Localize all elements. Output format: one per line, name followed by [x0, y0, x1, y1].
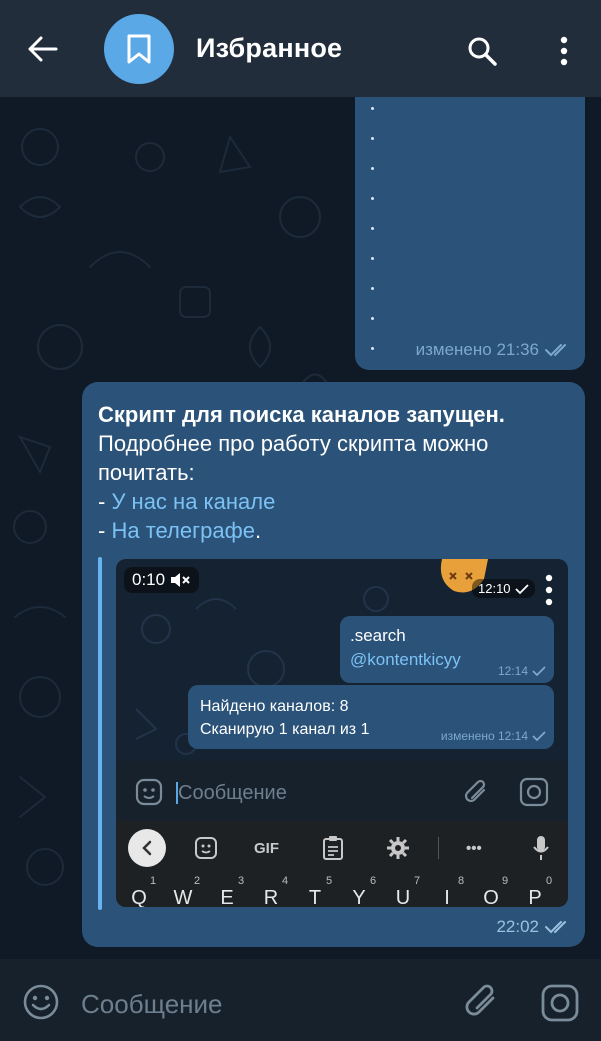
channel-link[interactable]: У нас на канале: [111, 489, 275, 514]
search-icon: [468, 37, 497, 66]
clipboard-icon: [323, 836, 343, 860]
video-duration: 0:10: [132, 570, 166, 589]
scanning-text: Сканирую 1 канал из 1: [200, 721, 370, 738]
message-input-bar: Сообщение: [0, 959, 601, 1041]
input-placeholder: Сообщение: [178, 782, 287, 804]
message-input[interactable]: Сообщение: [81, 989, 223, 1020]
keyboard-key: Q: [131, 887, 147, 907]
chat-title[interactable]: Избранное: [196, 33, 342, 64]
keyboard-key-number: 3: [238, 875, 245, 887]
keyboard-key: O: [483, 887, 499, 907]
sticker-icon: [135, 778, 163, 806]
keyboard-key: Y: [352, 887, 366, 907]
found-channels-text: Найдено каналов: 8: [200, 698, 349, 715]
keyboard-key-number: 1: [150, 875, 157, 887]
message-line: Подробнее про работу скрипта можно: [98, 431, 489, 456]
telegraph-link[interactable]: На телеграфе: [111, 518, 254, 543]
camera-icon: [519, 777, 549, 807]
gif-key: GIF: [254, 839, 279, 857]
more-key: •••: [466, 839, 482, 857]
sticker-icon: [195, 837, 217, 859]
menu-button[interactable]: [542, 28, 586, 74]
previous-message-bubble[interactable]: изменено 21:36: [355, 97, 585, 370]
keyboard-key: P: [528, 887, 542, 907]
bookmark-icon: [127, 34, 151, 64]
bullet-line: - У нас на канале: [98, 487, 568, 516]
message-bubble[interactable]: Скрипт для поиска каналов запущен. Подро…: [82, 382, 585, 947]
check-icon: [532, 666, 546, 677]
keyboard-key: W: [173, 887, 193, 907]
message-dots: [371, 107, 379, 377]
keyboard-key-number: 0: [546, 875, 553, 887]
more-vertical-icon[interactable]: [544, 573, 554, 607]
paperclip-icon[interactable]: [464, 981, 500, 1021]
paperclip-icon: [464, 779, 486, 803]
double-check-icon: [545, 344, 566, 357]
search-button[interactable]: [459, 28, 505, 74]
more-vertical-icon: [560, 36, 568, 66]
keyboard-key-number: 6: [370, 875, 377, 887]
chat-header: Избранное: [0, 0, 601, 97]
video-keyboard: GIF ••• Q W E R T Y U I O P 1 2 3 4 5 6 …: [116, 821, 568, 907]
message-time: 12:14: [497, 664, 528, 678]
bullet-line: - На телеграфе.: [98, 516, 568, 545]
video-player[interactable]: 0:10 12:10 .search @kontentkicyy 12:14 Н…: [116, 559, 568, 907]
video-timestamp: 12:10: [472, 579, 535, 598]
bullet-suffix: .: [254, 518, 262, 543]
muted-speaker-icon: [171, 573, 190, 587]
check-icon: [514, 583, 529, 594]
video-input-bar: Сообщение: [116, 761, 568, 821]
message-meta: 22:02: [496, 917, 571, 937]
gear-icon: [387, 837, 409, 859]
keyboard-key: I: [444, 887, 450, 907]
video-outgoing-message: .search @kontentkicyy 12:14: [340, 616, 554, 683]
keyboard-key: U: [395, 887, 411, 907]
video-time: 12:10: [478, 581, 511, 596]
edited-time: изменено 12:14: [440, 729, 528, 743]
keyboard-key-number: 5: [326, 875, 333, 887]
keyboard-key: T: [308, 887, 322, 907]
smile-icon[interactable]: [22, 983, 60, 1021]
camera-icon[interactable]: [540, 983, 580, 1023]
chevron-left-icon: [142, 840, 152, 856]
chat-area[interactable]: изменено 21:36 Скрипт для поиска каналов…: [0, 97, 601, 959]
double-check-icon: [545, 921, 566, 934]
message-line: почитать:: [98, 460, 195, 485]
video-preview-block: 0:10 12:10 .search @kontentkicyy 12:14 Н…: [98, 557, 569, 910]
video-bot-message: Найдено каналов: 8 Сканирую 1 канал из 1…: [188, 685, 554, 749]
back-button[interactable]: [20, 26, 66, 72]
message-text: Скрипт для поиска каналов запущен. Подро…: [98, 400, 568, 545]
command-text: .search: [350, 626, 406, 645]
keyboard-key-number: 9: [502, 875, 509, 887]
microphone-icon: [533, 836, 549, 860]
mention-text: @kontentkicyy: [350, 650, 461, 669]
preview-accent-bar: [98, 557, 102, 910]
bullet-prefix: -: [98, 489, 112, 514]
edited-time: изменено 21:36: [415, 340, 539, 359]
keyboard-key-number: 7: [414, 875, 421, 887]
avatar[interactable]: [104, 14, 174, 84]
keyboard-key: E: [220, 887, 234, 907]
keyboard-back-button: [128, 829, 166, 867]
message-meta: 12:14: [498, 664, 546, 678]
keyboard-key-number: 8: [458, 875, 465, 887]
video-duration-badge[interactable]: 0:10: [124, 567, 200, 593]
message-heading: Скрипт для поиска каналов запущен.: [98, 402, 505, 427]
keyboard-separator: [438, 837, 439, 859]
bullet-prefix: -: [98, 518, 112, 543]
message-meta: изменено 21:36: [416, 340, 571, 360]
check-icon: [532, 731, 546, 742]
arrow-left-icon: [28, 36, 58, 62]
keyboard-key-number: 4: [282, 875, 289, 887]
message-meta: изменено 12:14: [441, 729, 546, 743]
keyboard-key: R: [263, 887, 279, 907]
message-time: 22:02: [496, 917, 539, 936]
keyboard-letter-row: Q W E R T Y U I O P 1 2 3 4 5 6 7 8 9 0: [116, 875, 568, 907]
keyboard-key-number: 2: [194, 875, 201, 887]
